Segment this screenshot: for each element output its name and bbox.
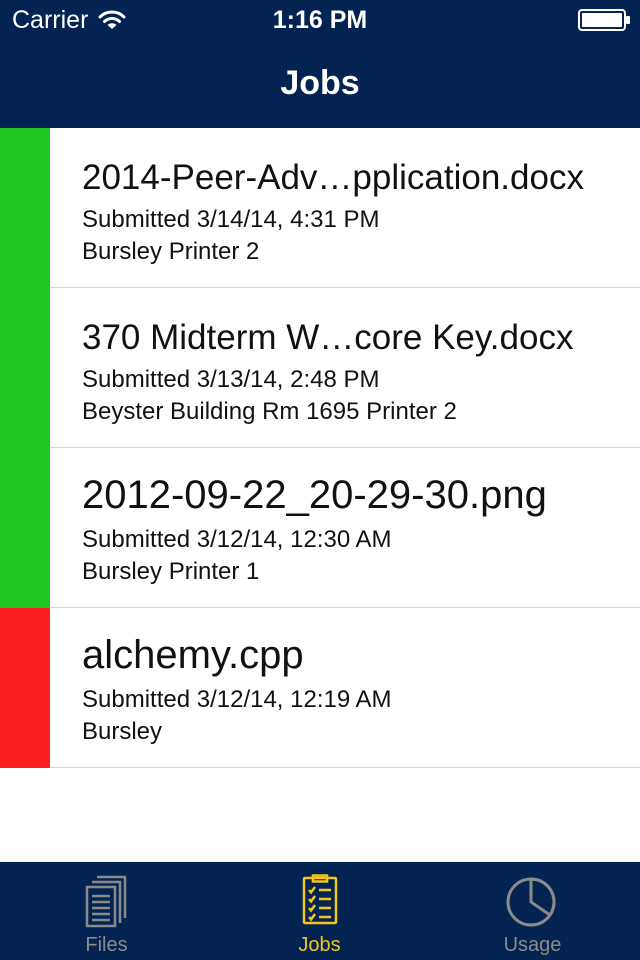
- tab-usage[interactable]: Usage: [426, 862, 639, 960]
- job-submitted-time: Submitted 3/14/14, 4:31 PM: [82, 206, 380, 233]
- job-row[interactable]: 2012-09-22_20-29-30.png Submitted 3/12/1…: [0, 448, 640, 608]
- tab-label: Jobs: [298, 934, 341, 956]
- job-submitted-time: Submitted 3/13/14, 2:48 PM: [82, 366, 380, 393]
- tab-bar: Files Jobs Usage: [0, 862, 640, 960]
- tab-jobs[interactable]: Jobs: [213, 862, 426, 960]
- tab-files[interactable]: Files: [0, 862, 213, 960]
- page-title: Jobs: [280, 64, 360, 102]
- usage-icon: [506, 877, 555, 927]
- job-row[interactable]: 370 Midterm W…core Key.docx Submitted 3/…: [0, 288, 640, 448]
- job-printer-name: Bursley Printer 1: [82, 558, 260, 585]
- job-submitted-time: Submitted 3/12/14, 12:19 AM: [82, 686, 392, 713]
- tab-label: Usage: [503, 934, 562, 956]
- job-file-name: 370 Midterm W…core Key.docx: [82, 318, 574, 357]
- status-time: 1:16 PM: [272, 6, 368, 34]
- job-status-indicator: [0, 608, 50, 768]
- status-bar: Carrier 1:16 PM: [0, 0, 640, 40]
- job-list: 2014-Peer-Adv…pplication.docx Submitted …: [0, 128, 640, 768]
- job-printer-name: Beyster Building Rm 1695 Printer 2: [82, 398, 457, 425]
- job-file-name: alchemy.cpp: [82, 633, 304, 677]
- job-status-indicator: [0, 128, 50, 288]
- job-file-name: 2012-09-22_20-29-30.png: [82, 473, 547, 517]
- job-row[interactable]: 2014-Peer-Adv…pplication.docx Submitted …: [0, 128, 640, 288]
- jobs-icon: [302, 874, 337, 925]
- job-status-indicator: [0, 448, 50, 608]
- job-printer-name: Bursley: [82, 718, 163, 745]
- tab-label: Files: [85, 934, 128, 956]
- battery-icon: [578, 9, 630, 31]
- job-file-name: 2014-Peer-Adv…pplication.docx: [82, 158, 584, 197]
- job-row[interactable]: alchemy.cpp Submitted 3/12/14, 12:19 AM …: [0, 608, 640, 768]
- job-printer-name: Bursley Printer 2: [82, 238, 260, 265]
- job-status-indicator: [0, 288, 50, 448]
- files-icon: [85, 875, 126, 928]
- navigation-header: Carrier 1:16 PM Jobs: [0, 0, 640, 128]
- job-submitted-time: Submitted 3/12/14, 12:30 AM: [82, 526, 392, 553]
